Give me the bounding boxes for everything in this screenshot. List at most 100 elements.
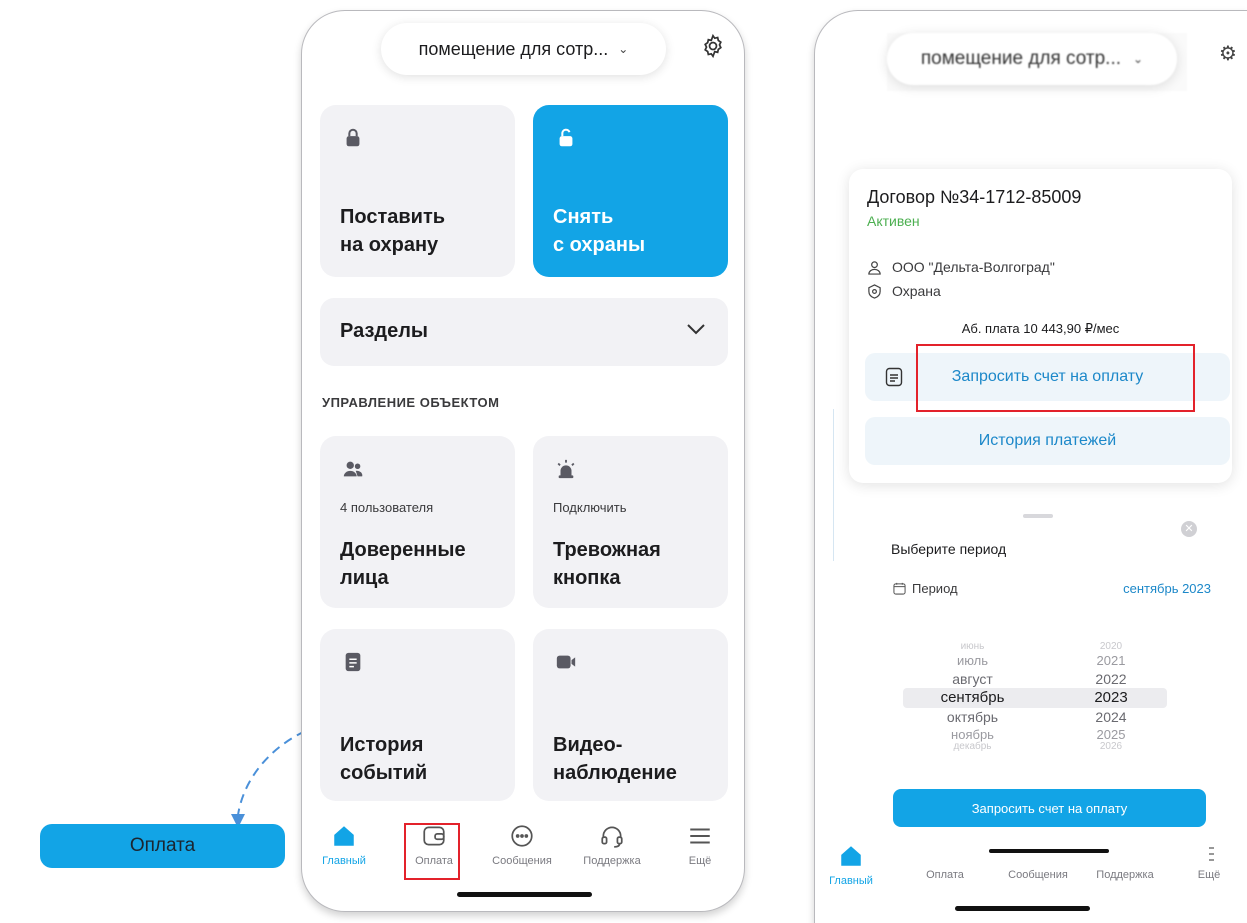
picker-year-item[interactable]: 2025 (1071, 727, 1151, 742)
nav-home-label: Главный (322, 855, 366, 867)
arm-tile[interactable]: Поставить на охрану (320, 105, 515, 277)
picker-year-item[interactable]: 2020 (1071, 641, 1151, 652)
headset-icon (601, 826, 623, 848)
disarm-title-1: Снять (553, 206, 614, 228)
contract-service-row: Охрана (867, 283, 941, 299)
object-selector[interactable]: помещение для сотр... ⌄ (887, 33, 1177, 85)
picker-year-item[interactable]: 2024 (1071, 709, 1151, 725)
arm-title-2: на охрану (340, 234, 439, 256)
payment-history-button[interactable]: История платежей (865, 417, 1230, 465)
shield-icon (868, 283, 881, 299)
contract-status: Активен (867, 213, 920, 229)
picker-year-item[interactable]: 2021 (1071, 653, 1151, 668)
picker-month-item[interactable]: декабрь (915, 741, 1030, 752)
close-icon[interactable]: ✕ (1181, 521, 1197, 537)
contract-company-row: ООО "Дельта-Волгоград" (867, 259, 1055, 275)
period-value: сентябрь 2023 (1123, 581, 1211, 596)
trusted-title-1: Доверенные (340, 539, 466, 561)
phone-main-screen: помещение для сотр... ⌄ Поставить на охр… (301, 10, 745, 912)
siren-icon (557, 459, 575, 479)
nav-support[interactable]: Поддержка (572, 823, 652, 867)
video-title-2: наблюдение (553, 762, 677, 784)
nav-home[interactable]: Главный (815, 837, 887, 887)
nav-support-label: Поддержка (583, 855, 641, 867)
period-row[interactable]: Период сентябрь 2023 (893, 581, 1211, 596)
chat-icon (511, 825, 533, 847)
payment-history-label: История платежей (978, 432, 1117, 449)
payment-callout: Оплата (40, 824, 285, 868)
chevron-down-icon: ⌄ (1133, 52, 1144, 66)
document-icon (885, 367, 903, 387)
bottom-navigation: Главный Оплата Сообщения Поддержка Ещё (302, 823, 744, 893)
nav-more[interactable]: Ещё (660, 823, 740, 867)
video-surveillance-tile[interactable]: Видео- наблюдение (533, 629, 728, 801)
alarm-button-tile[interactable]: Подключить Тревожная кнопка (533, 436, 728, 608)
disarm-title-2: с охраны (553, 234, 646, 256)
bottom-navigation: Главный Оплата Сообщения Поддержка Ещё (815, 837, 1247, 907)
period-label: Период (912, 581, 958, 596)
picker-month-item[interactable]: июнь (915, 641, 1030, 652)
home-icon (334, 826, 354, 846)
home-indicator (457, 892, 592, 897)
nav-support[interactable]: Поддержка (1083, 869, 1167, 881)
disarm-tile[interactable]: Снять с охраны (533, 105, 728, 277)
picker-year-item[interactable]: 2026 (1071, 741, 1151, 752)
object-selector[interactable]: помещение для сотр... ⌄ (381, 23, 666, 75)
contract-title: Договор №34-1712-85009 (867, 187, 1082, 207)
trusted-persons-tile[interactable]: 4 пользователя Доверенные лица (320, 436, 515, 608)
gear-icon[interactable]: ⚙ (1219, 41, 1237, 66)
nav-messages[interactable]: Сообщения (993, 869, 1083, 881)
nav-support-label: Поддержка (1096, 869, 1154, 881)
gear-icon[interactable] (700, 33, 726, 59)
payment-highlight-box (404, 823, 460, 880)
phone-payment-screen: помещение для сотр... ⌄ ⚙ Договор №34-17… (814, 10, 1247, 923)
sections-label: Разделы (340, 320, 428, 342)
users-icon (343, 461, 363, 477)
nav-more[interactable]: Ещё (1189, 847, 1229, 881)
picker-month-item[interactable]: июль (915, 653, 1030, 668)
nav-home[interactable]: Главный (304, 823, 384, 867)
nav-more-label: Ещё (1197, 869, 1221, 881)
nav-home-label: Главный (829, 875, 873, 887)
nav-messages-label: Сообщения (492, 855, 552, 867)
object-management-heading: УПРАВЛЕНИЕ ОБЪЕКТОМ (322, 395, 500, 410)
sheet-request-invoice-button[interactable]: Запросить счет на оплату (893, 789, 1206, 827)
nav-payment[interactable]: Оплата (905, 869, 985, 881)
blurred-header: помещение для сотр... ⌄ (887, 33, 1187, 91)
contract-service: Охрана (892, 283, 941, 299)
menu-icon (1209, 847, 1214, 861)
nav-messages[interactable]: Сообщения (482, 823, 562, 867)
document-icon (345, 652, 361, 672)
picker-month-item[interactable]: октябрь (915, 709, 1030, 725)
calendar-icon (893, 582, 906, 595)
divider-line (833, 409, 834, 561)
menu-icon (690, 828, 710, 844)
picker-year-item[interactable]: 2022 (1071, 671, 1151, 687)
picker-month-selected[interactable]: сентябрь (915, 689, 1030, 706)
picker-month-item[interactable]: август (915, 671, 1030, 687)
chevron-down-icon (687, 324, 705, 335)
history-title-1: История (340, 734, 424, 756)
home-indicator (955, 906, 1090, 911)
sheet-handle[interactable] (1023, 514, 1053, 518)
picker-year-selected[interactable]: 2023 (1071, 689, 1151, 706)
subscription-fee: Аб. плата 10 443,90 ₽/мес (961, 321, 1120, 336)
sections-dropdown[interactable]: Разделы (320, 298, 728, 366)
trusted-count: 4 пользователя (340, 500, 434, 515)
nav-messages-label: Сообщения (1008, 869, 1068, 881)
picker-month-item[interactable]: ноябрь (915, 727, 1030, 742)
nav-payment-label: Оплата (926, 869, 964, 881)
unlock-icon (559, 128, 573, 147)
user-icon (868, 260, 881, 275)
contract-company: ООО "Дельта-Волгоград" (892, 259, 1055, 275)
sheet-request-label: Запросить счет на оплату (971, 800, 1128, 816)
alarm-title-1: Тревожная (553, 539, 661, 561)
event-history-tile[interactable]: История событий (320, 629, 515, 801)
sheet-title: Выберите период (891, 541, 1007, 557)
home-icon (841, 846, 861, 866)
contract-card: Договор №34-1712-85009 Активен ООО "Дель… (849, 169, 1232, 483)
alarm-title-2: кнопка (553, 567, 621, 589)
trusted-title-2: лица (340, 567, 389, 589)
video-camera-icon (556, 655, 576, 669)
lock-icon (346, 128, 360, 147)
